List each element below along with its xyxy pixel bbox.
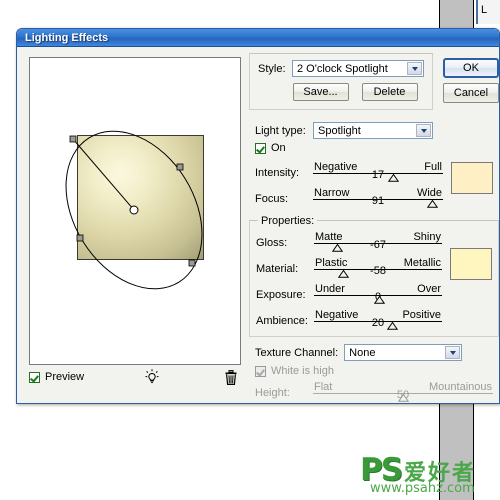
preview-image-thumbnail [77, 135, 204, 260]
style-value: 2 O'clock Spotlight [297, 62, 388, 75]
slider-gloss-min: Matte [315, 231, 343, 243]
slider-height-label: Height: [255, 387, 290, 399]
dialog-title: Lighting Effects [25, 31, 109, 44]
texture-channel-value: None [349, 346, 376, 359]
slider-intensity-label: Intensity: [255, 167, 300, 179]
preview-checkbox[interactable] [29, 371, 40, 383]
slider-gloss-max: Shiny [413, 231, 441, 243]
preview-label: Preview [45, 371, 85, 383]
white-is-high-label: White is high [271, 365, 334, 377]
slider-intensity-value: 17 [371, 169, 385, 181]
light-color-swatch[interactable] [451, 162, 493, 194]
slider-ambience[interactable]: Ambience: Negative 20 Positive [256, 308, 442, 330]
chevron-down-icon[interactable] [407, 62, 422, 75]
slider-material[interactable]: Material: Plastic -58 Metallic [256, 256, 442, 278]
light-bulb-icon[interactable] [143, 368, 161, 386]
light-on-label: On [271, 142, 286, 154]
material-color-swatch[interactable] [450, 248, 492, 280]
style-group: Style: 2 O'clock Spotlight Save... Delet… [249, 53, 433, 110]
background-canvas-area [0, 404, 439, 500]
delete-button[interactable]: Delete [361, 83, 418, 101]
slider-focus-max: Wide [416, 187, 442, 199]
properties-title: Properties: [258, 215, 318, 227]
slider-focus-min: Narrow [314, 187, 350, 199]
slider-material-thumb[interactable] [338, 270, 350, 278]
light-preview-canvas[interactable] [29, 57, 241, 365]
slider-intensity-min: Negative [314, 161, 358, 173]
ok-button[interactable]: OK [443, 58, 499, 78]
slider-material-min: Plastic [315, 257, 348, 269]
slider-exposure-thumb[interactable] [374, 296, 386, 304]
slider-material-max: Metallic [403, 257, 441, 269]
slider-ambience-thumb[interactable] [386, 322, 398, 330]
slider-gloss-thumb[interactable] [331, 244, 343, 252]
slider-intensity-thumb[interactable] [388, 174, 400, 182]
slider-intensity-max: Full [424, 161, 442, 173]
dialog-body: Preview Style: 2 O'clock Spotlight Save.… [17, 47, 499, 403]
slider-exposure-min: Under [315, 283, 345, 295]
slider-ambience-min: Negative [315, 309, 359, 321]
slider-focus[interactable]: Focus: Narrow 91 Wide [255, 186, 443, 208]
slider-exposure-max: Over [417, 283, 441, 295]
properties-group: Properties: Gloss: Matte -67 Shiny Mater… [249, 215, 499, 337]
slider-focus-label: Focus: [255, 193, 289, 205]
slider-gloss-label: Gloss: [256, 237, 288, 249]
slider-height-max: Mountainous [429, 381, 492, 393]
texture-channel-group: Texture Channel: None White is high Heig… [249, 337, 499, 402]
cancel-button[interactable]: Cancel [443, 83, 499, 103]
trash-delete-icon[interactable] [223, 368, 239, 386]
slider-focus-thumb[interactable] [427, 200, 439, 208]
white-is-high-checkbox [255, 365, 266, 377]
chevron-down-icon[interactable] [445, 346, 461, 359]
texture-channel-label: Texture Channel: [255, 346, 339, 359]
slider-height-thumb [397, 394, 409, 402]
slider-focus-value: 91 [371, 195, 385, 207]
light-type-label: Light type: [255, 124, 306, 137]
style-dropdown[interactable]: 2 O'clock Spotlight [292, 60, 424, 77]
slider-intensity[interactable]: Intensity: Negative 17 Full [255, 160, 443, 182]
light-on-checkbox[interactable] [255, 142, 266, 154]
slider-height: Height: Flat 50 Mountainous [255, 380, 493, 402]
style-label: Style: [258, 62, 286, 75]
background-dialog-label: L [481, 4, 488, 16]
background-dialog-fragment: L [476, 0, 500, 24]
save-button[interactable]: Save... [292, 83, 349, 101]
slider-exposure[interactable]: Exposure: Under 0 Over [256, 282, 442, 304]
slider-ambience-max: Positive [402, 309, 441, 321]
dialog-titlebar[interactable]: Lighting Effects [17, 29, 499, 47]
slider-ambience-value: 20 [371, 317, 385, 329]
slider-exposure-label: Exposure: [256, 289, 306, 301]
light-type-dropdown[interactable]: Spotlight [313, 122, 433, 139]
controls-column: Style: 2 O'clock Spotlight Save... Delet… [249, 53, 499, 403]
slider-material-value: -58 [370, 265, 386, 277]
slider-ambience-label: Ambience: [256, 315, 308, 327]
light-type-group: Light type: Spotlight On [249, 116, 499, 154]
light-sliders-group: Intensity: Negative 17 Full Focus: Narro… [255, 160, 443, 212]
preview-bottom-bar: Preview [29, 367, 241, 387]
slider-height-min: Flat [314, 381, 333, 393]
chevron-down-icon[interactable] [416, 124, 431, 137]
slider-gloss-value: -67 [370, 239, 386, 251]
slider-gloss[interactable]: Gloss: Matte -67 Shiny [256, 230, 442, 252]
slider-material-label: Material: [256, 263, 299, 275]
light-type-value: Spotlight [318, 124, 361, 137]
texture-channel-dropdown[interactable]: None [344, 344, 463, 361]
lighting-effects-dialog: Lighting Effects Preview Style: 2 O'cloc… [16, 28, 500, 404]
